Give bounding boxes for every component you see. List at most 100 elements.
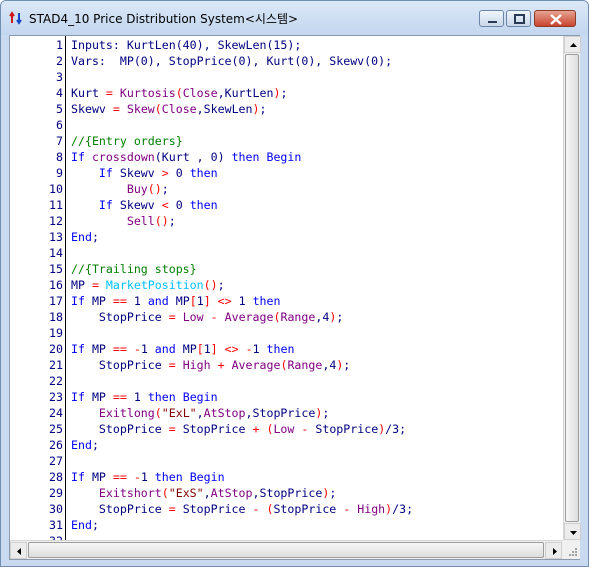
code-token-builtin: Exitlong <box>98 406 155 420</box>
resize-grip[interactable] <box>563 540 580 559</box>
code-token-default <box>71 406 99 420</box>
code-line[interactable]: MP = MarketPosition(); <box>71 277 225 293</box>
code-area[interactable]: Inputs: KurtLen(40), SkewLen(15); Vars: M… <box>70 36 561 540</box>
code-line[interactable]: If MP == 1 and MP[1] <> 1 then <box>71 293 281 309</box>
code-token-builtin: Buy <box>126 182 148 196</box>
line-number: 32 <box>13 533 63 540</box>
code-line[interactable]: If Skewv < 0 then <box>71 197 218 213</box>
line-number: 15 <box>49 262 63 276</box>
code-line[interactable]: If MP == -1 then Begin <box>71 469 225 485</box>
code-token-default: 1 <box>252 342 267 356</box>
code-token-keyword: then <box>266 342 295 356</box>
code-line[interactable]: Skewv = Skew(Close,SkewLen); <box>71 101 266 117</box>
code-token-default <box>127 342 134 356</box>
code-line[interactable]: If MP == -1 and MP[1] <> -1 then <box>71 341 294 357</box>
line-number: 11 <box>49 198 63 212</box>
minimize-icon <box>488 21 497 23</box>
line-number: 20 <box>49 342 63 356</box>
code-token-operator: = <box>91 278 99 292</box>
code-line[interactable]: StopPrice = StopPrice + (Low - StopPrice… <box>71 421 406 437</box>
maximize-icon <box>514 14 525 24</box>
code-token-operator: <> <box>217 294 232 308</box>
code-token-operator: ( <box>154 102 162 116</box>
code-token-keyword: If <box>71 294 85 308</box>
code-token-keyword: then <box>154 470 183 484</box>
code-token-default: Skewv <box>112 166 162 180</box>
code-token-keyword: then <box>231 150 260 164</box>
code-editor[interactable]: 1 2 3 4 5 6 7 8 9 10 11 12 13 14 15 16 17 18 19 20 21 22 23 24 2… <box>9 35 581 560</box>
line-number: 27 <box>49 454 63 468</box>
code-token-operator: + <box>217 358 225 372</box>
code-token-default: StopPrice <box>308 422 379 436</box>
code-token-default: Kurt <box>71 86 106 100</box>
line-number: 25 <box>49 422 63 436</box>
vertical-scrollbar[interactable] <box>563 36 581 540</box>
code-token-builtin: Kurtosis <box>119 86 176 100</box>
code-line[interactable]: End; <box>71 437 99 453</box>
scroll-down-button[interactable] <box>564 523 581 540</box>
code-token-default: 1 <box>126 294 148 308</box>
code-token-default: 0 <box>168 198 190 212</box>
code-token-default: ; <box>280 86 288 100</box>
minimize-button[interactable] <box>479 10 504 27</box>
scroll-right-button[interactable] <box>545 542 562 559</box>
code-line[interactable]: Buy(); <box>71 181 169 197</box>
line-number: 19 <box>49 326 63 340</box>
code-line[interactable]: Inputs: KurtLen(40), SkewLen(15); <box>71 37 301 53</box>
code-token-operator: == <box>112 390 127 404</box>
code-token-default: ; <box>91 438 99 452</box>
code-token-builtin: Low <box>182 310 204 324</box>
scroll-up-button[interactable] <box>564 36 581 53</box>
line-number: 18 <box>49 310 63 324</box>
code-line[interactable]: //{Trailing stops} <box>71 261 197 277</box>
code-line[interactable]: //{Entry orders} <box>71 133 183 149</box>
code-token-operator: ) <box>252 102 260 116</box>
line-number: 1 <box>56 38 63 52</box>
triangle-left-icon <box>17 548 21 555</box>
code-token-builtin: Average <box>231 358 281 372</box>
code-line[interactable]: End; <box>71 229 99 245</box>
code-line[interactable]: If Skewv > 0 then <box>71 165 218 181</box>
code-line[interactable]: StopPrice = Low - Average(Range,4); <box>71 309 343 325</box>
line-number: 10 <box>49 182 63 196</box>
code-token-default: MP <box>175 342 197 356</box>
code-token-default: MP <box>84 294 113 308</box>
code-line[interactable]: Exitshort("ExS",AtStop,StopPrice); <box>71 485 336 501</box>
code-token-default: /3; <box>385 422 407 436</box>
scroll-left-button[interactable] <box>10 542 27 559</box>
code-token-default: ,KurtLen <box>217 86 274 100</box>
code-line[interactable]: Kurt = Kurtosis(Close,KurtLen); <box>71 85 287 101</box>
code-token-default: MP <box>84 470 113 484</box>
line-number: 13 <box>49 230 63 244</box>
close-button[interactable] <box>534 10 576 27</box>
code-line[interactable]: Exitlong("ExL",AtStop,StopPrice); <box>71 405 329 421</box>
code-line[interactable]: If crossdown(Kurt , 0) then Begin <box>71 149 301 165</box>
code-token-default: ; <box>217 278 225 292</box>
line-number: 14 <box>49 246 63 260</box>
code-line[interactable]: End; <box>71 517 99 533</box>
vertical-scroll-thumb[interactable] <box>565 54 579 522</box>
resize-grip-icon <box>569 548 577 556</box>
code-token-keyword: End <box>71 438 92 452</box>
code-line[interactable]: Vars: MP(0), StopPrice(0), Kurt(0), Skew… <box>71 53 392 69</box>
horizontal-scrollbar[interactable] <box>10 540 563 559</box>
code-token-default <box>71 198 99 212</box>
code-token-operator: - <box>245 342 253 356</box>
code-token-builtin: Low <box>273 422 295 436</box>
code-line[interactable]: StopPrice = StopPrice - (StopPrice - Hig… <box>71 501 413 517</box>
line-number: 8 <box>56 150 63 164</box>
code-token-operator: ) <box>210 278 218 292</box>
line-number: 30 <box>49 502 63 516</box>
code-token-operator: ( <box>175 86 183 100</box>
code-line[interactable]: If MP == 1 then Begin <box>71 389 218 405</box>
title-bar[interactable]: STAD4_10 Price Distribution System<시스템> <box>1 1 588 35</box>
code-token-default: Skewv <box>112 198 162 212</box>
code-line[interactable]: Sell(); <box>71 213 176 229</box>
maximize-button[interactable] <box>506 10 531 27</box>
code-token-operator: ( <box>147 182 155 196</box>
code-token-default <box>218 342 225 356</box>
horizontal-scroll-thumb[interactable] <box>28 542 544 558</box>
code-line[interactable]: StopPrice = High + Average(Range,4); <box>71 357 350 373</box>
code-token-default: Vars: MP(0), StopPrice(0), Kurt(0), Skew… <box>71 54 393 68</box>
code-token-builtin: Range <box>280 310 316 324</box>
